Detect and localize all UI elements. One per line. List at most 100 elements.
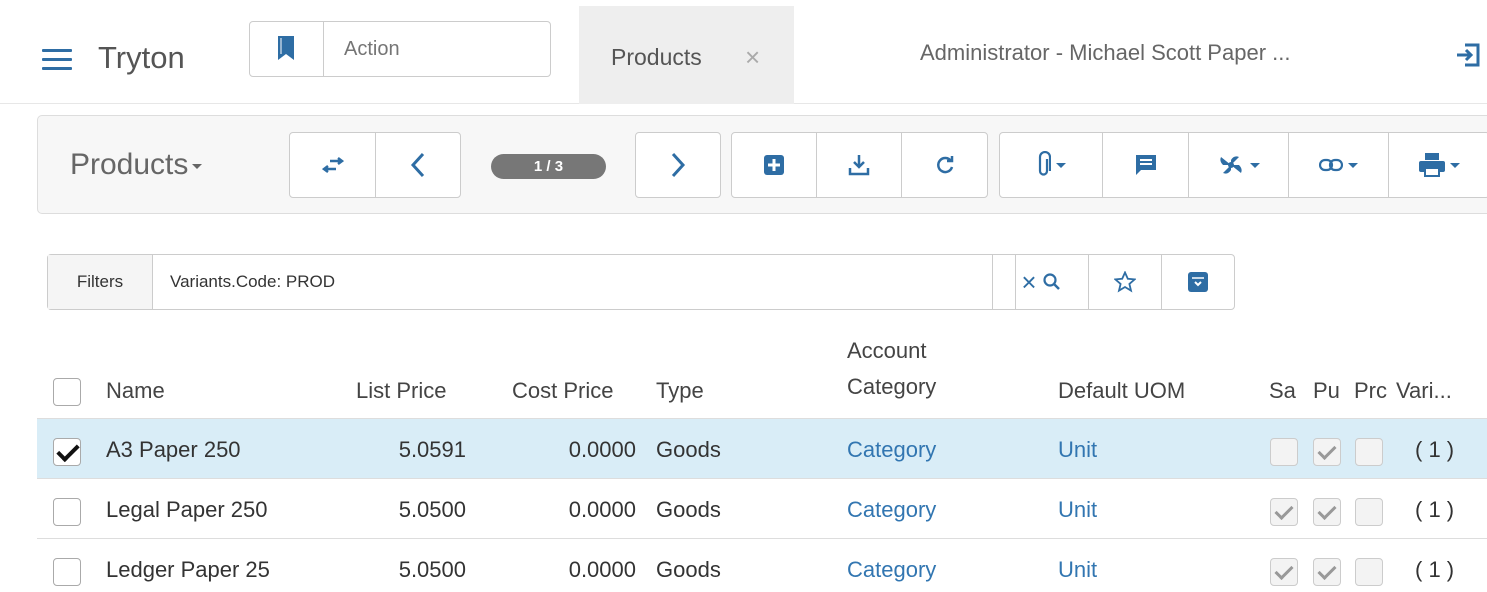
tab-products[interactable]: Products × bbox=[579, 6, 794, 104]
purchasable-checkbox bbox=[1313, 498, 1341, 526]
cell-type: Goods bbox=[656, 557, 721, 582]
view-title-menu[interactable]: Products bbox=[70, 148, 203, 182]
gear-action-icon bbox=[1220, 156, 1242, 174]
plus-square-icon bbox=[764, 155, 784, 175]
action-search bbox=[249, 21, 551, 77]
dropdown-caret-icon bbox=[1055, 162, 1066, 168]
cell-account-category-link[interactable]: Category bbox=[847, 557, 936, 583]
column-header-type[interactable]: Type bbox=[656, 378, 704, 404]
logout-icon[interactable] bbox=[1455, 42, 1481, 68]
dropdown-caret-icon bbox=[1250, 162, 1260, 168]
brand-title[interactable]: Tryton bbox=[98, 40, 185, 76]
dropdown-caret-icon bbox=[1348, 162, 1358, 168]
cell-name: Ledger Paper 25 bbox=[106, 557, 270, 582]
row-checkbox[interactable] bbox=[53, 558, 81, 586]
chevron-left-icon bbox=[410, 152, 425, 178]
row-checkbox[interactable] bbox=[53, 438, 81, 466]
note-button[interactable] bbox=[1102, 132, 1189, 198]
column-header-name[interactable]: Name bbox=[106, 378, 165, 404]
table-row[interactable]: A3 Paper 250 5.0591 0.0000 Goods Categor… bbox=[37, 419, 1487, 479]
cell-account-category-link[interactable]: Category bbox=[847, 497, 936, 523]
toolbar: Products 1 / 3 bbox=[37, 115, 1487, 214]
chevron-right-icon bbox=[671, 152, 686, 178]
cell-variants[interactable]: ( 1 ) bbox=[1415, 437, 1454, 463]
previous-button[interactable] bbox=[375, 132, 461, 198]
column-header-default-uom[interactable]: Default UOM bbox=[1058, 378, 1185, 404]
producible-checkbox bbox=[1355, 558, 1383, 586]
bookmark-filter-button[interactable] bbox=[1088, 255, 1161, 309]
cell-variants[interactable]: ( 1 ) bbox=[1415, 497, 1454, 523]
cell-default-uom-link[interactable]: Unit bbox=[1058, 497, 1097, 523]
column-header-cost-price[interactable]: Cost Price bbox=[512, 378, 613, 404]
column-header-list-price[interactable]: List Price bbox=[356, 378, 446, 404]
column-header-producible[interactable]: Prc bbox=[1354, 378, 1396, 404]
bookmark-icon bbox=[278, 36, 294, 60]
cell-cost-price: 0.0000 bbox=[568, 497, 636, 522]
search-button[interactable] bbox=[1015, 255, 1088, 309]
cell-account-category-link[interactable]: Category bbox=[847, 437, 936, 463]
cell-list-price: 5.0500 bbox=[398, 557, 466, 582]
column-header-account-category[interactable]: Account Category bbox=[847, 338, 936, 400]
cell-name: Legal Paper 250 bbox=[106, 497, 268, 522]
archive-icon bbox=[1188, 272, 1208, 292]
cell-cost-price: 0.0000 bbox=[568, 437, 636, 462]
salable-checkbox bbox=[1270, 438, 1298, 466]
next-button[interactable] bbox=[635, 132, 721, 198]
column-header-account-line1: Account bbox=[847, 338, 927, 363]
search-icon bbox=[1043, 273, 1060, 290]
relate-button[interactable] bbox=[1288, 132, 1389, 198]
row-checkbox[interactable] bbox=[53, 498, 81, 526]
link-icon bbox=[1319, 158, 1343, 172]
new-button[interactable] bbox=[731, 132, 817, 198]
action-button[interactable] bbox=[1188, 132, 1289, 198]
attachment-button[interactable] bbox=[999, 132, 1103, 198]
salable-checkbox bbox=[1270, 498, 1298, 526]
purchasable-checkbox bbox=[1313, 438, 1341, 466]
comment-icon bbox=[1135, 155, 1156, 175]
cell-type: Goods bbox=[656, 497, 721, 522]
switch-view-button[interactable] bbox=[289, 132, 376, 198]
filters-button[interactable]: Filters bbox=[48, 255, 153, 309]
download-icon bbox=[848, 155, 870, 176]
filter-bar: Filters × bbox=[47, 254, 1235, 310]
producible-checkbox bbox=[1355, 438, 1383, 466]
printer-icon bbox=[1418, 153, 1445, 177]
star-icon bbox=[1114, 271, 1136, 293]
save-button[interactable] bbox=[816, 132, 902, 198]
active-filter-button[interactable] bbox=[1161, 255, 1234, 309]
cell-default-uom-link[interactable]: Unit bbox=[1058, 437, 1097, 463]
user-preferences[interactable]: Administrator - Michael Scott Paper ... bbox=[920, 40, 1290, 66]
producible-checkbox bbox=[1355, 498, 1383, 526]
tab-close-icon[interactable]: × bbox=[745, 42, 760, 73]
cell-type: Goods bbox=[656, 437, 721, 462]
table-row[interactable]: Legal Paper 250 5.0500 0.0000 Goods Cate… bbox=[37, 479, 1487, 539]
record-counter: 1 / 3 bbox=[491, 154, 606, 179]
cell-list-price: 5.0591 bbox=[398, 437, 466, 462]
column-header-purchasable[interactable]: Pu bbox=[1313, 378, 1340, 404]
print-button[interactable] bbox=[1388, 132, 1487, 198]
column-header-salable[interactable]: Sa bbox=[1269, 378, 1296, 404]
cell-variants[interactable]: ( 1 ) bbox=[1415, 557, 1454, 583]
dropdown-caret-icon bbox=[1449, 162, 1460, 168]
action-input[interactable] bbox=[326, 22, 548, 76]
menu-icon[interactable] bbox=[42, 49, 72, 71]
tab-label: Products bbox=[611, 44, 702, 70]
search-input[interactable] bbox=[156, 255, 991, 309]
page-title: Products bbox=[70, 148, 189, 181]
select-all-checkbox[interactable] bbox=[53, 378, 81, 406]
top-navbar: Tryton Products × Administrator - Michae… bbox=[0, 0, 1487, 104]
reload-button[interactable] bbox=[901, 132, 988, 198]
refresh-icon bbox=[936, 156, 953, 174]
purchasable-checkbox bbox=[1313, 558, 1341, 586]
cell-default-uom-link[interactable]: Unit bbox=[1058, 557, 1097, 583]
cell-cost-price: 0.0000 bbox=[568, 557, 636, 582]
switch-icon bbox=[321, 157, 344, 173]
caret-down-icon bbox=[192, 163, 203, 169]
bookmark-button[interactable] bbox=[250, 22, 324, 76]
paperclip-icon bbox=[1038, 151, 1051, 176]
column-header-account-line2: Category bbox=[847, 374, 937, 399]
cell-list-price: 5.0500 bbox=[398, 497, 466, 522]
cell-name: A3 Paper 250 bbox=[106, 437, 241, 462]
column-header-variants[interactable]: Vari... bbox=[1396, 378, 1452, 404]
table-row[interactable]: Ledger Paper 25 5.0500 0.0000 Goods Cate… bbox=[37, 539, 1487, 592]
